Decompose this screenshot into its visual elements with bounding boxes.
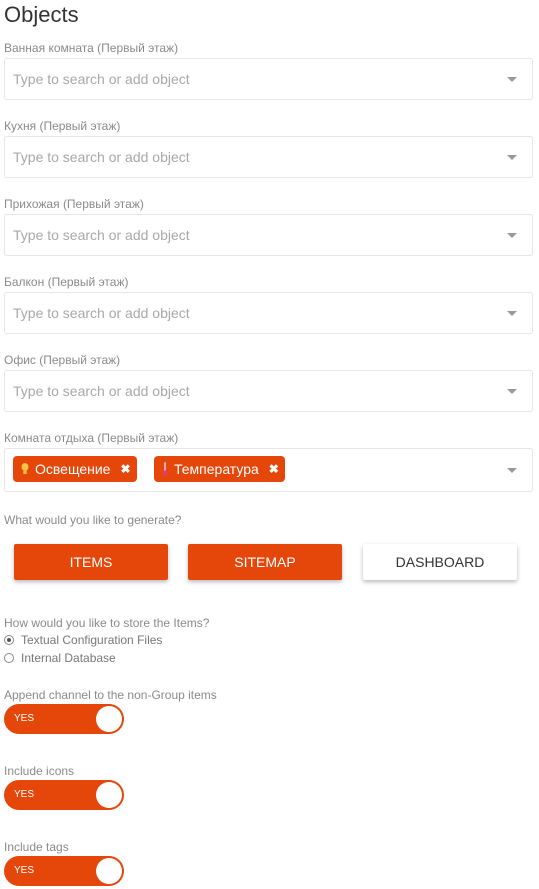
- object-select-balcony[interactable]: Type to search or add object: [4, 292, 533, 334]
- toggle-state: YES: [14, 713, 35, 724]
- remove-tag-icon[interactable]: ✖: [120, 462, 130, 476]
- chevron-down-icon[interactable]: [507, 389, 517, 394]
- generate-question: What would you like to generate?: [4, 513, 182, 527]
- lightbulb-icon: [21, 463, 29, 475]
- storage-option-label: Internal Database: [21, 651, 116, 665]
- object-search-placeholder[interactable]: Type to search or add object: [13, 71, 190, 87]
- include-tags-label: Include tags: [4, 840, 69, 854]
- object-tag-label: Освещение: [35, 461, 111, 477]
- include-icons-toggle[interactable]: YES: [4, 780, 124, 810]
- object-search-placeholder[interactable]: Type to search or add object: [13, 227, 190, 243]
- object-select-kitchen[interactable]: Type to search or add object: [4, 136, 533, 178]
- append-channel-toggle[interactable]: YES: [4, 704, 124, 734]
- toggle-knob[interactable]: [96, 858, 122, 884]
- sitemap-button[interactable]: SITEMAP: [188, 544, 342, 580]
- remove-tag-icon[interactable]: ✖: [269, 462, 279, 476]
- include-icons-label: Include icons: [4, 764, 75, 778]
- object-select-bathroom[interactable]: Type to search or add object: [4, 58, 533, 100]
- storage-option-textual[interactable]: Textual Configuration Files: [4, 633, 162, 647]
- items-button[interactable]: ITEMS: [14, 544, 168, 580]
- object-tag[interactable]: Освещение ✖: [13, 456, 137, 482]
- chevron-down-icon[interactable]: [507, 311, 517, 316]
- location-label-office: Офис (Первый этаж): [4, 353, 121, 367]
- object-select-office[interactable]: Type to search or add object: [4, 370, 533, 412]
- chevron-down-icon[interactable]: [507, 155, 517, 160]
- thermometer-icon: [162, 462, 168, 476]
- radio-button[interactable]: [4, 653, 14, 663]
- chevron-down-icon[interactable]: [507, 77, 517, 82]
- chevron-down-icon[interactable]: [507, 468, 517, 473]
- location-label-balcony: Балкон (Первый этаж): [4, 275, 129, 289]
- toggle-knob[interactable]: [96, 706, 122, 732]
- chevron-down-icon[interactable]: [507, 233, 517, 238]
- storage-question: How would you like to store the Items?: [4, 616, 210, 630]
- radio-button-checked[interactable]: [4, 635, 14, 645]
- storage-option-database[interactable]: Internal Database: [4, 651, 116, 665]
- toggle-state: YES: [14, 865, 35, 876]
- object-search-placeholder[interactable]: Type to search or add object: [13, 383, 190, 399]
- object-tag-label: Температура: [174, 461, 259, 477]
- toggle-state: YES: [14, 789, 35, 800]
- storage-option-label: Textual Configuration Files: [21, 633, 163, 647]
- dashboard-button[interactable]: DASHBOARD: [363, 544, 517, 580]
- location-label-lounge: Комната отдыха (Первый этаж): [4, 431, 179, 445]
- object-tag[interactable]: Температура ✖: [154, 456, 285, 482]
- location-label-bathroom: Ванная комната (Первый этаж): [4, 41, 179, 55]
- page-title: Objects: [4, 2, 79, 27]
- include-tags-toggle[interactable]: YES: [4, 856, 124, 886]
- object-search-placeholder[interactable]: Type to search or add object: [13, 305, 190, 321]
- toggle-knob[interactable]: [96, 782, 122, 808]
- append-channel-label: Append channel to the non-Group items: [4, 688, 217, 702]
- location-label-kitchen: Кухня (Первый этаж): [4, 119, 121, 133]
- object-select-lounge[interactable]: Освещение ✖ Температура ✖: [4, 448, 533, 492]
- object-search-placeholder[interactable]: Type to search or add object: [13, 149, 190, 165]
- object-select-hallway[interactable]: Type to search or add object: [4, 214, 533, 256]
- location-label-hallway: Прихожая (Первый этаж): [4, 197, 144, 211]
